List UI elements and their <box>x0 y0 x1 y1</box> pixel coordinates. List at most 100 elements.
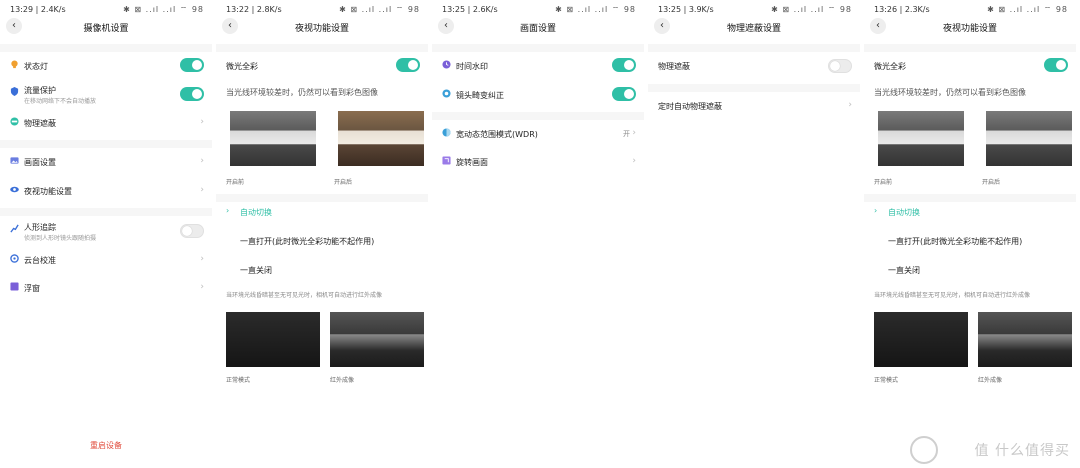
tracking-icon <box>10 224 19 233</box>
row-scheduled-cover[interactable]: 定时自动物理遮蔽 › <box>648 100 860 114</box>
full-color-toggle[interactable] <box>1044 58 1068 72</box>
header: ‹ 夜视功能设置 <box>864 18 1076 38</box>
window-icon <box>10 282 19 291</box>
row-ptz-calibration[interactable]: 云台校准 › <box>0 254 212 268</box>
row-distortion-correction[interactable]: 镜头畸变纠正 <box>432 87 644 103</box>
chevron-right-icon: › <box>632 156 636 166</box>
row-night-vision[interactable]: 夜视功能设置 › <box>0 185 212 199</box>
restart-button[interactable]: 重启设备 <box>0 440 212 452</box>
watermark: 值 什么值得买 <box>974 443 1070 459</box>
eye-icon <box>10 186 19 193</box>
clock-icon <box>442 60 451 69</box>
row-label: 定时自动物理遮蔽 <box>658 102 722 111</box>
row-label: 状态灯 <box>24 62 48 71</box>
infrared-caption: 红外成像 <box>330 377 355 384</box>
row-full-color[interactable]: 微光全彩 <box>864 58 1076 74</box>
infrared-caption: 红外成像 <box>978 377 1003 384</box>
infrared-image <box>330 312 424 367</box>
human-tracking-toggle[interactable] <box>180 224 204 238</box>
row-wdr[interactable]: 宽动态范围模式(WDR) 开 › <box>432 128 644 142</box>
row-status-light[interactable]: 状态灯 <box>0 58 212 74</box>
page-title: 画面设置 <box>519 24 556 34</box>
before-caption: 开启前 <box>874 179 893 186</box>
divider <box>0 208 212 216</box>
row-human-tracking[interactable]: 人形追踪 侦测到人形时镜头跟随拍摄 <box>0 222 212 242</box>
full-color-desc: 当光线环境较差时，仍然可以看到彩色图像 <box>226 88 378 97</box>
row-full-color[interactable]: 微光全彩 <box>216 58 428 74</box>
divider <box>216 44 428 52</box>
chevron-right-icon: › <box>200 156 204 166</box>
calibrate-icon <box>10 254 19 263</box>
bulb-icon <box>11 60 18 69</box>
divider <box>0 140 212 148</box>
header: ‹ 夜视功能设置 <box>216 18 428 38</box>
row-rotate[interactable]: 旋转画面 › <box>432 156 644 170</box>
option-auto-switch[interactable]: › 自动切换 <box>864 206 1076 218</box>
status-time: 13:26 | 2.3K/s <box>874 5 930 14</box>
row-label: 旋转画面 <box>456 158 488 167</box>
row-traffic-protection[interactable]: 流量保护 在移动网络下不会自动播放 <box>0 85 212 105</box>
row-label: 微光全彩 <box>874 62 906 71</box>
chevron-right-icon: › <box>200 185 204 195</box>
normal-mode-image <box>874 312 968 367</box>
status-icons: ✱ ⊠ ..ıl ..ıl ⌔ 98 <box>123 5 204 14</box>
chevron-right-icon: › <box>200 117 204 127</box>
status-light-toggle[interactable] <box>180 58 204 72</box>
wdr-icon <box>442 128 451 137</box>
option-always-on[interactable]: 一直打开(此时微光全彩功能不起作用) <box>864 235 1076 247</box>
time-watermark-toggle[interactable] <box>612 58 636 72</box>
full-color-toggle[interactable] <box>396 58 420 72</box>
infrared-image <box>978 312 1072 367</box>
before-image <box>878 111 964 166</box>
option-always-off[interactable]: 一直关闭 <box>216 264 428 276</box>
header: ‹ 画面设置 <box>432 18 644 38</box>
row-time-watermark[interactable]: 时间水印 <box>432 58 644 74</box>
status-time: 13:29 | 2.4K/s <box>10 5 66 14</box>
row-physical-cover[interactable]: 物理遮蔽 › <box>0 117 212 131</box>
restart-label: 重启设备 <box>90 441 122 450</box>
watermark-logo-icon <box>910 436 938 464</box>
divider <box>864 194 1076 202</box>
row-image-settings[interactable]: 画面设置 › <box>0 156 212 170</box>
selected-check-icon: › <box>874 206 878 215</box>
physical-cover-toggle[interactable] <box>828 59 852 73</box>
page-title: 夜视功能设置 <box>942 24 997 34</box>
distortion-correction-toggle[interactable] <box>612 87 636 101</box>
rotate-icon <box>442 156 451 165</box>
status-bar: 13:29 | 2.4K/s ✱ ⊠ ..ıl ..ıl ⌔ 98 <box>0 0 212 20</box>
status-bar: 13:25 | 3.9K/s ✱ ⊠ ..ıl ..ıl ⌔ 98 <box>648 0 860 20</box>
cover-icon <box>10 117 19 126</box>
chevron-right-icon: › <box>200 282 204 292</box>
before-caption: 开启前 <box>226 179 245 186</box>
screenshot-strip: 13:29 | 2.4K/s ✱ ⊠ ..ıl ..ıl ⌔ 98 ‹ 摄像机设… <box>0 0 1080 468</box>
traffic-protection-toggle[interactable] <box>180 87 204 101</box>
status-time: 13:22 | 2.8K/s <box>226 5 282 14</box>
option-label: 一直打开(此时微光全彩功能不起作用) <box>888 237 1023 246</box>
option-label: 自动切换 <box>888 208 920 217</box>
divider <box>864 44 1076 52</box>
row-label: 人形追踪 <box>24 223 56 232</box>
after-caption: 开启后 <box>982 179 1001 186</box>
normal-caption: 正常模式 <box>874 377 899 384</box>
option-always-off[interactable]: 一直关闭 <box>864 264 1076 276</box>
row-physical-cover[interactable]: 物理遮蔽 <box>648 59 860 74</box>
panel-night-vision: 13:22 | 2.8K/s ✱ ⊠ ..ıl ..ıl ⌔ 98 ‹ 夜视功能… <box>216 0 428 468</box>
panel-night-vision-2: 13:26 | 2.3K/s ✱ ⊠ ..ıl ..ıl ⌔ 98 ‹ 夜视功能… <box>864 0 1076 468</box>
status-icons: ✱ ⊠ ..ıl ..ıl ⌔ 98 <box>339 5 420 14</box>
chevron-right-icon: › <box>632 128 636 138</box>
option-always-on[interactable]: 一直打开(此时微光全彩功能不起作用) <box>216 235 428 247</box>
header: ‹ 摄像机设置 <box>0 18 212 38</box>
chevron-right-icon: › <box>200 254 204 264</box>
option-label: 一直关闭 <box>888 266 920 275</box>
status-bar: 13:22 | 2.8K/s ✱ ⊠ ..ıl ..ıl ⌔ 98 <box>216 0 428 20</box>
before-image <box>230 111 316 166</box>
status-time: 13:25 | 2.6K/s <box>442 5 498 14</box>
row-sub: 在移动网络下不会自动播放 <box>24 98 97 105</box>
shield-icon <box>10 87 19 96</box>
row-floating-window[interactable]: 浮窗 › <box>0 282 212 296</box>
row-label: 物理遮蔽 <box>24 119 56 128</box>
option-auto-switch[interactable]: › 自动切换 <box>216 206 428 218</box>
divider <box>216 194 428 202</box>
panel-image-settings: 13:25 | 2.6K/s ✱ ⊠ ..ıl ..ıl ⌔ 98 ‹ 画面设置… <box>432 0 644 468</box>
row-label: 浮窗 <box>24 284 40 293</box>
